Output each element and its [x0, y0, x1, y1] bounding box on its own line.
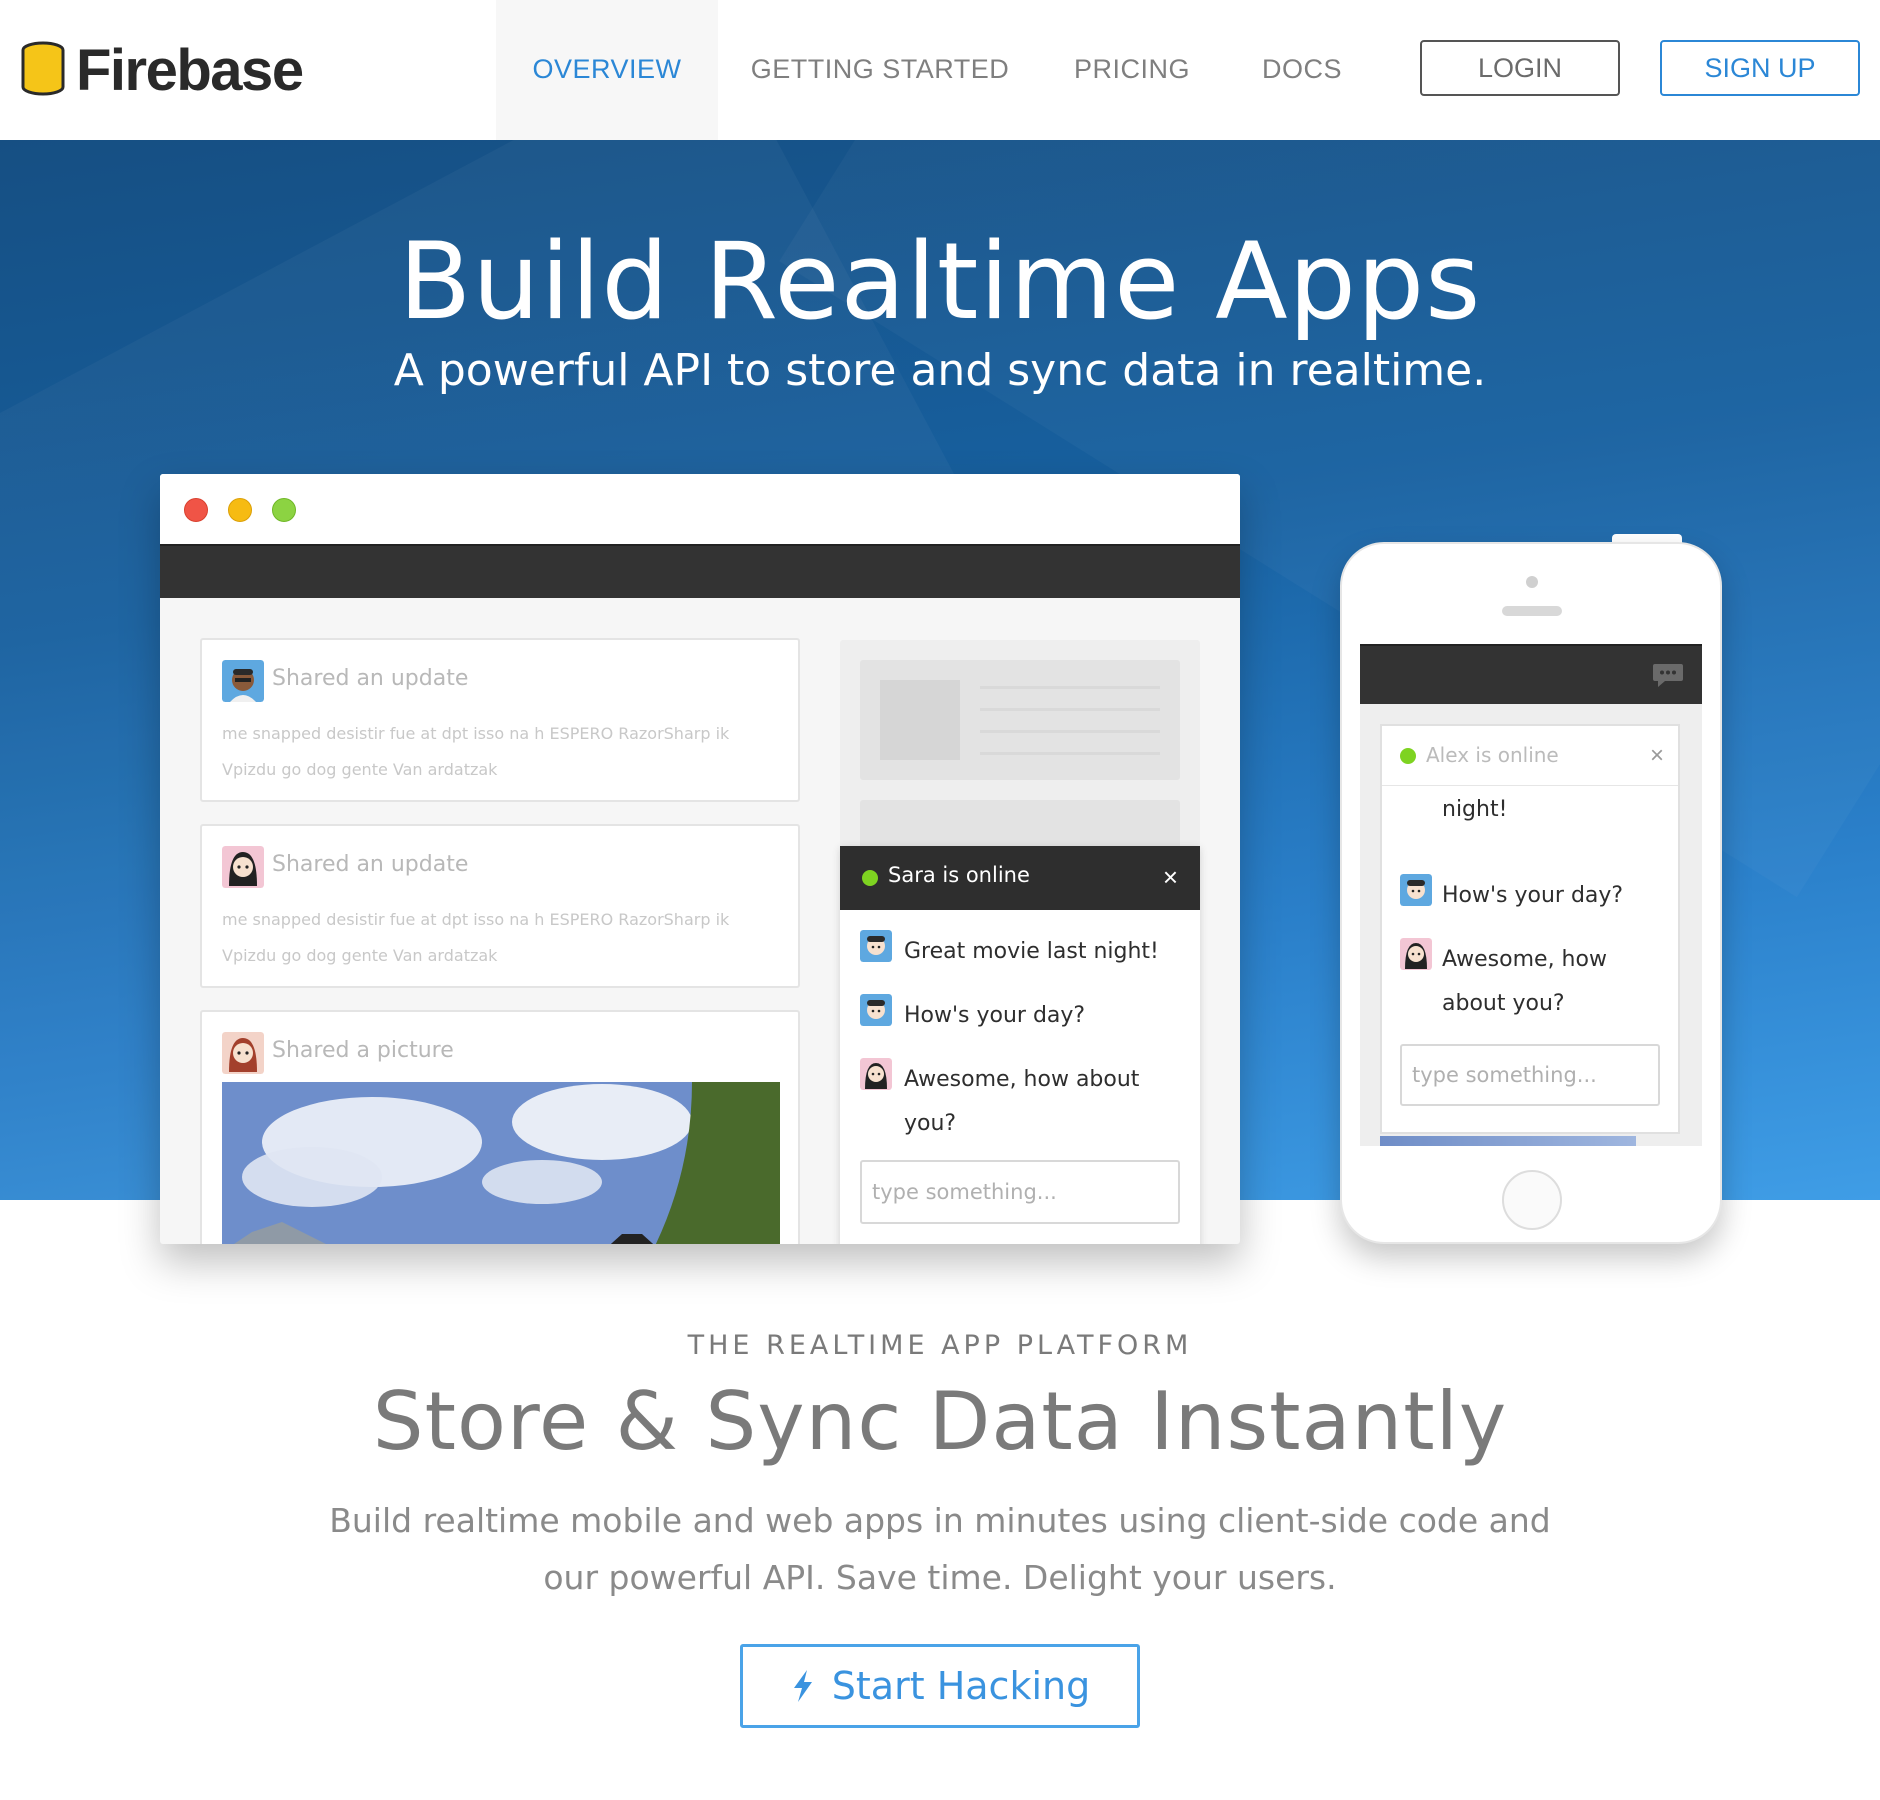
feed-card: Shared an update me snapped desistir fue…	[200, 824, 800, 988]
user-avatar-icon	[860, 930, 892, 962]
start-hacking-button[interactable]: Start Hacking	[740, 1644, 1140, 1728]
desktop-app-mockup: Shared an update me snapped desistir fue…	[160, 474, 1240, 1244]
user-avatar-icon	[222, 660, 264, 702]
close-icon[interactable]: ×	[1650, 742, 1664, 770]
sidebar-placeholder-thumb	[880, 680, 960, 760]
card-title: Shared an update	[272, 666, 469, 691]
window-minimize-dot	[228, 498, 252, 522]
phone-app-toolbar	[1360, 644, 1702, 704]
card-title: Shared a picture	[272, 1038, 454, 1063]
login-button[interactable]: LOGIN	[1420, 40, 1620, 96]
close-icon[interactable]: ×	[1163, 862, 1178, 893]
feed-card: Shared a picture	[200, 1010, 800, 1244]
signup-button[interactable]: SIGN UP	[1660, 40, 1860, 96]
online-status-icon	[1400, 748, 1416, 764]
user-avatar-icon	[222, 846, 264, 888]
user-avatar-icon	[860, 994, 892, 1026]
chat-bubble-icon[interactable]	[1652, 662, 1684, 688]
chat-header[interactable]: Alex is online ×	[1382, 726, 1678, 786]
user-avatar-icon	[1400, 874, 1432, 906]
feed-card: Shared an update me snapped desistir fue…	[200, 638, 800, 802]
user-avatar-icon	[1400, 938, 1432, 970]
sidebar-placeholder-line	[980, 686, 1160, 689]
phone-photo-preview	[1380, 1136, 1636, 1146]
window-titlebar	[160, 474, 1240, 544]
chat-window: Sara is online × Great movie last night!…	[840, 846, 1200, 1244]
sidebar-placeholder-line	[980, 730, 1160, 733]
phone-speaker	[1502, 606, 1562, 616]
card-body: me snapped desistir fue at dpt isso na h…	[222, 910, 730, 965]
chat-message-text: How's your day?	[904, 1003, 1086, 1028]
firebase-logo[interactable]: Firebase	[20, 37, 304, 103]
user-avatar-icon	[222, 1032, 264, 1074]
section-description: Build realtime mobile and web apps in mi…	[329, 1501, 1551, 1597]
window-maximize-dot	[272, 498, 296, 522]
app-toolbar	[160, 544, 1240, 598]
chat-message-text: Great movie last night!	[904, 939, 1159, 964]
section-eyebrow: THE REALTIME APP PLATFORM	[687, 1330, 1193, 1361]
phone-camera	[1526, 576, 1538, 588]
chat-message-input[interactable]: type something...	[860, 1160, 1180, 1224]
sidebar-placeholder-line	[980, 708, 1160, 711]
nav-docs[interactable]: DOCS	[1244, 0, 1360, 140]
phone-chat-window: Alex is online × Great movie last night!…	[1380, 724, 1680, 1134]
card-body: me snapped desistir fue at dpt isso na h…	[222, 724, 730, 779]
card-title: Shared an update	[272, 852, 469, 877]
hero-subtitle: A powerful API to store and sync data in…	[393, 345, 1487, 396]
shared-landscape-photo	[222, 1082, 780, 1244]
window-close-dot	[184, 498, 208, 522]
sidebar-placeholder-line	[980, 752, 1160, 755]
brand-name: Firebase	[76, 37, 304, 103]
chat-message-text: Awesome, how about you?	[1442, 947, 1607, 1016]
nav-overview[interactable]: OVERVIEW	[496, 0, 718, 140]
user-avatar-icon	[860, 1058, 892, 1090]
phone-home-button	[1502, 1170, 1562, 1230]
hero-title: Build Realtime Apps	[398, 220, 1482, 343]
chat-contact-status: Alex is online	[1426, 743, 1559, 767]
nav-pricing[interactable]: PRICING	[1060, 0, 1204, 140]
phone-app-mockup: Alex is online × Great movie last night!…	[1340, 542, 1722, 1244]
chat-message-input[interactable]: type something...	[1400, 1044, 1660, 1106]
chat-message-text: Awesome, how about you?	[904, 1067, 1140, 1136]
top-navigation: Firebase OVERVIEW GETTING STARTED PRICIN…	[0, 0, 1880, 140]
phone-screen: Alex is online × Great movie last night!…	[1360, 644, 1702, 1146]
chat-message-text: How's your day?	[1442, 883, 1624, 908]
database-stack-icon	[21, 41, 65, 96]
chat-header[interactable]: Sara is online ×	[840, 846, 1200, 910]
lightning-bolt-icon	[793, 1670, 812, 1702]
nav-getting-started[interactable]: GETTING STARTED	[740, 0, 1020, 140]
online-status-icon	[862, 870, 878, 886]
sidebar-placeholder-block	[860, 660, 1180, 780]
start-hacking-label: Start Hacking	[831, 1664, 1091, 1708]
section-title: Store & Sync Data Instantly	[372, 1375, 1508, 1468]
chat-contact-status: Sara is online	[888, 863, 1030, 887]
